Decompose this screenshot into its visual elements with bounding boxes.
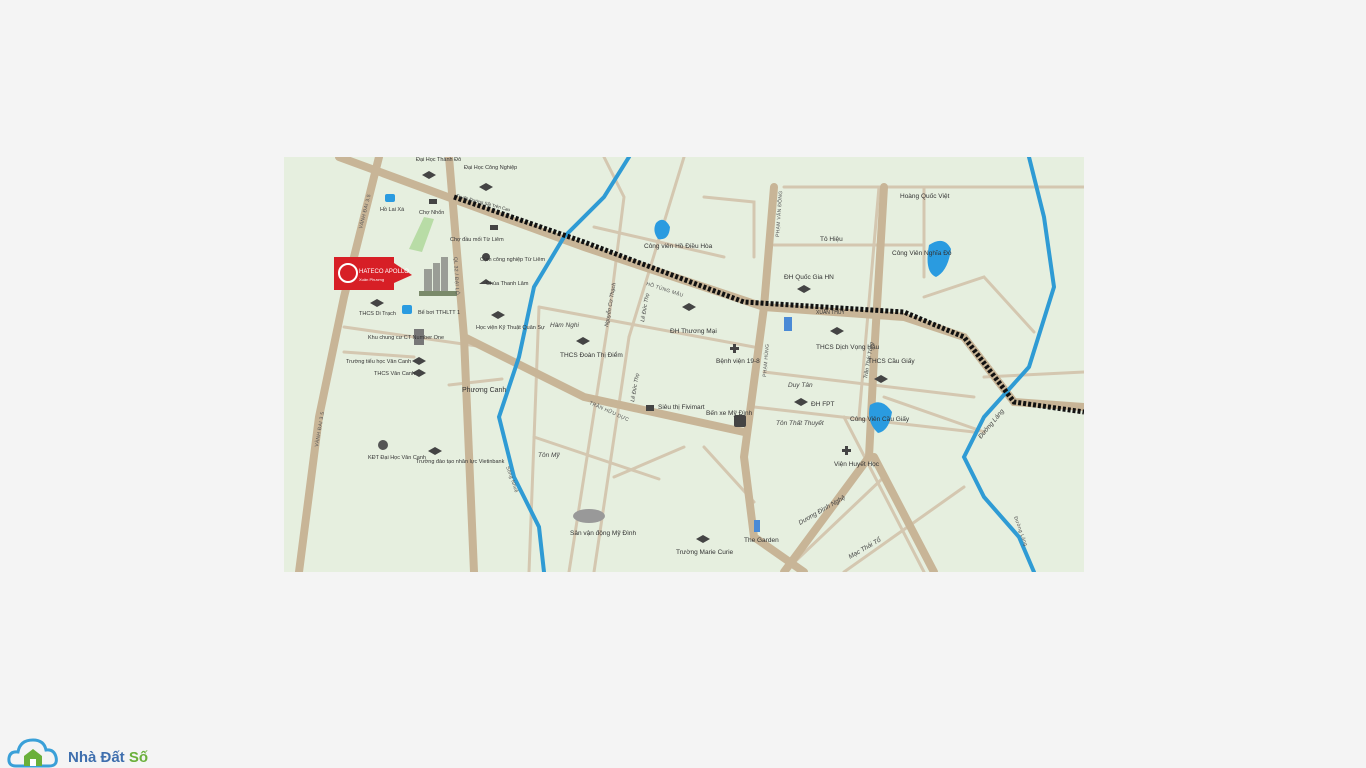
label-hv-ktqs: Học viện Kỹ Thuật Quân Sự <box>476 325 545 331</box>
song-to-lich <box>961 157 1057 572</box>
location-map: HATECO APOLLO Xuân Phương Đại Học Thành … <box>284 157 1084 572</box>
school-icon <box>830 327 844 335</box>
label-to-hieu: Tô Hiệu <box>820 236 843 243</box>
building-icon <box>754 520 760 532</box>
project-marker: HATECO APOLLO Xuân Phương <box>334 257 457 296</box>
place-labels: Đại Học Thành Đô Đại Học Công Nghiệp Hồ … <box>346 157 1006 561</box>
lake-nghia-do <box>927 240 951 277</box>
label-truong-marie-curie: Trường Marie Curie <box>676 549 734 556</box>
street-phuong-canh-2 <box>447 377 504 387</box>
label-th-van-canh: Trường tiểu học Vân Canh <box>346 358 411 365</box>
brand-name: Nhà Đất Số <box>68 749 148 766</box>
label-dh-cong-nghiep: Đại Học Công Nghiệp <box>464 165 517 171</box>
stadium-icon <box>573 509 605 523</box>
lake-dieu-hoa <box>654 219 670 240</box>
project-sub: Xuân Phương <box>359 277 384 282</box>
label-cho-dau-moi: Chợ đầu mối Từ Liêm <box>450 237 504 243</box>
label-ho-tung-mau: HỒ TÙNG MẬU <box>645 280 684 299</box>
label-dh-qghn: ĐH Quốc Gia HN <box>784 272 834 281</box>
label-duy-tan: Duy Tân <box>788 382 813 389</box>
label-phuong-canh: Phương Canh <box>462 387 506 394</box>
park-icon <box>378 440 388 450</box>
hospital-icon <box>842 446 851 455</box>
page: HATECO APOLLO Xuân Phương Đại Học Thành … <box>0 0 1366 768</box>
school-icon <box>794 398 808 406</box>
label-thcs-doan-thi-diem: THCS Đoàn Thị Điểm <box>560 351 623 359</box>
label-thcs-van-canh: THCS Vân Canh <box>374 371 415 377</box>
label-ton-that-thuyet: Tôn Thất Thuyết <box>776 419 825 427</box>
project-building-icon <box>419 257 457 296</box>
cart-icon <box>646 405 654 411</box>
label-khu-chung-cu: Khu chung cư CT Number One <box>368 335 444 341</box>
school-icon <box>682 303 696 311</box>
street-nghia-do <box>922 275 1036 334</box>
label-thcs-cau-giay: THCS Cầu Giấy <box>868 356 915 365</box>
map-icons <box>370 171 888 543</box>
label-thcs-di-trach: THCS Di Trạch <box>359 311 396 317</box>
school-icon <box>696 535 710 543</box>
label-ben-xe-my-dinh: Bến xe Mỹ Đình <box>706 408 753 417</box>
brand-name-a: Nhà Đất <box>68 748 129 766</box>
label-chua-thanh-lam: Chùa Thanh Lâm <box>486 281 529 287</box>
label-xuan-thuy: XUÂN THỦY <box>816 309 845 316</box>
label-ho-lai-xa: Hồ Lai Xá <box>380 207 405 213</box>
street-nguyen-co-thach <box>567 157 626 572</box>
school-icon <box>370 299 384 307</box>
school-icon <box>491 311 505 319</box>
cart-icon <box>490 225 498 230</box>
label-hoang-quoc-viet: Hoàng Quốc Việt <box>900 191 950 200</box>
label-cho-nhon: Chợ Nhổn <box>419 209 444 216</box>
school-icon <box>797 285 811 293</box>
street-van-canh <box>342 350 416 359</box>
label-dh-thanh-do: Đại Học Thành Đô <box>416 157 461 163</box>
building-icon <box>784 317 792 331</box>
school-icon <box>576 337 590 345</box>
map-svg: HATECO APOLLO Xuân Phương Đại Học Thành … <box>295 157 1084 572</box>
label-cv-nghia-do: Công Viên Nghĩa Đô <box>892 250 952 257</box>
label-the-garden: The Garden <box>744 537 779 544</box>
school-icon <box>422 171 436 179</box>
school-icon <box>428 447 442 455</box>
label-le-duc-tho-2: Lê Đức Thọ <box>630 373 641 402</box>
street-south-2 <box>612 445 686 479</box>
label-cv-cau-giay: Công Viên Cầu Giấy <box>850 414 910 423</box>
major-roads <box>295 157 1084 572</box>
label-svd-my-dinh: Sân vận động Mỹ Đình <box>570 530 637 537</box>
pool-be-boi <box>402 305 412 314</box>
project-name: HATECO APOLLO <box>359 269 409 275</box>
house-cloud-icon <box>7 738 58 768</box>
road-ql32 <box>445 157 478 572</box>
label-sieu-thi-fivimart: Siêu thị Fivimart <box>658 404 705 411</box>
brand-logo[interactable]: Nhà Đất Số <box>6 732 176 768</box>
brand-name-b: Số <box>128 748 149 766</box>
label-cv-ho-dieu-hoa: Công viên Hồ Điều Hòa <box>644 241 713 250</box>
label-vien-huyet-hoc: Viện Huyết Học <box>834 459 880 468</box>
label-vanh-dai-35-top: VÀNH ĐAI 3.5 <box>357 193 372 229</box>
green-area <box>409 217 434 252</box>
label-dh-thuong-mai: ĐH Thương Mại <box>670 328 717 335</box>
label-cum-cong-nghiep: Cụm công nghiệp Từ Liêm <box>480 257 545 263</box>
school-icon <box>479 183 493 191</box>
cart-icon <box>429 199 437 204</box>
label-dh-fpt: ĐH FPT <box>811 401 835 408</box>
lake-lai-xa <box>385 194 395 202</box>
label-ham-nghi: Hàm Nghi <box>550 322 579 329</box>
label-ton-my: Tôn Mỹ <box>538 452 560 459</box>
label-benh-vien-198: Bệnh viện 19-8 <box>716 358 760 365</box>
label-truong-vietinbank: Trường đào tạo nhân lực Vietinbank <box>416 459 505 465</box>
label-be-boi: Bể bơi TTHLTT 1 <box>418 309 460 316</box>
